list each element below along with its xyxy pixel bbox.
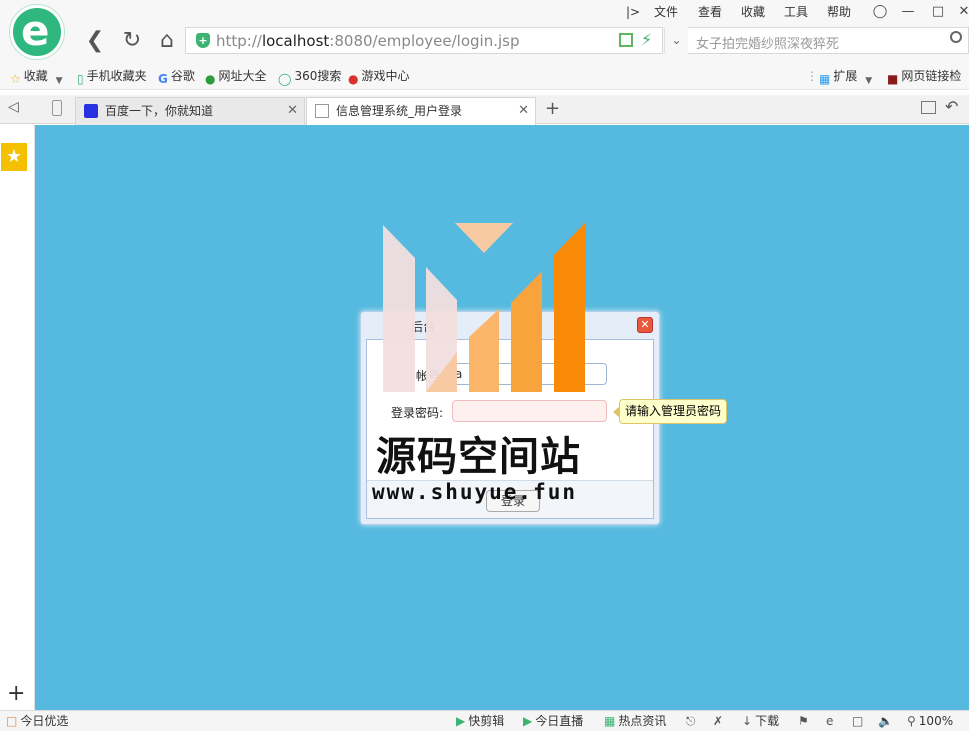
zoom-icon: ⚲ <box>907 714 916 728</box>
accelerate-icon[interactable]: ⎋ <box>686 714 696 729</box>
tab-baidu[interactable]: 百度一下，你就知道 ✕ <box>75 97 305 125</box>
back-icon[interactable]: ❮ <box>81 27 109 55</box>
undo-close-icon[interactable]: ↶ <box>945 97 958 116</box>
logo-e-icon: e <box>21 6 50 55</box>
search-icon[interactable] <box>950 31 962 43</box>
tab-label: 信息管理系统_用户登录 <box>336 104 463 118</box>
menu-file[interactable]: 文件 <box>654 3 678 21</box>
password-tooltip: 请输入管理员密码 <box>612 399 728 424</box>
extensions-button[interactable]: ▦ 扩展 ▼ <box>819 68 875 89</box>
volume-icon[interactable]: 🔈 <box>878 714 893 729</box>
extension-icon: ▦ <box>819 72 831 86</box>
gift-icon: □ <box>6 714 18 728</box>
close-window-icon[interactable]: ✕ <box>955 3 969 21</box>
download-icon: ↓ <box>742 714 753 728</box>
speed-mode-icon[interactable]: ⚡ <box>641 30 652 49</box>
browser-title-bar: e |> 文件 查看 收藏 工具 帮助 ◯ — □ ✕ ❮ ↻ ⌂ + http… <box>0 0 969 62</box>
status-label: 快剪辑 <box>468 714 505 728</box>
bookmark-label: 游戏中心 <box>361 69 410 83</box>
cleanup-icon[interactable]: ✗ <box>713 714 723 729</box>
status-label: 热点资讯 <box>618 714 667 728</box>
search-box[interactable]: 女子拍完婚纱照深夜猝死 <box>688 27 969 54</box>
link-check-icon: ■ <box>887 72 899 86</box>
browser-logo[interactable]: e <box>10 5 64 59</box>
hao-icon: ● <box>205 72 216 86</box>
link-check-label: 网页链接检 <box>901 69 962 83</box>
reload-icon[interactable]: ↻ <box>118 27 146 55</box>
search-placeholder: 女子拍完婚纱照深夜猝死 <box>696 37 840 52</box>
close-tab-icon[interactable]: ✕ <box>287 98 298 124</box>
video-edit-icon: ▶ <box>456 714 466 728</box>
status-label: 下载 <box>755 714 780 728</box>
screenshot-icon[interactable]: □ <box>852 714 863 729</box>
page-icon <box>315 104 329 118</box>
status-today-picks[interactable]: □ 今日优选 <box>6 714 68 729</box>
zoom-level: 100% <box>918 714 954 728</box>
mobile-view-icon[interactable] <box>52 100 62 116</box>
maximize-icon[interactable]: □ <box>929 3 947 21</box>
chevron-down-icon: ▼ <box>55 76 63 86</box>
chevron-down-icon: ▼ <box>865 76 873 86</box>
menu-help[interactable]: 帮助 <box>827 3 851 21</box>
ie-icon[interactable]: e <box>826 714 833 729</box>
qr-code-icon[interactable] <box>619 33 633 47</box>
status-label: 今日优选 <box>20 714 69 728</box>
bookmarks-divider: ⋮ <box>806 69 818 83</box>
status-label: 今日直播 <box>535 714 584 728</box>
skin-icon[interactable]: ◯ <box>871 3 889 21</box>
bookmark-label: 360搜索 <box>294 69 342 83</box>
tab-bar: ◁ 百度一下，你就知道 ✕ 信息管理系统_用户登录 ✕ + ↶ <box>0 95 969 126</box>
status-live[interactable]: ▶ 今日直播 <box>523 714 583 729</box>
status-quick-edit[interactable]: ▶ 快剪辑 <box>456 714 504 729</box>
new-tab-icon[interactable]: + <box>545 98 560 119</box>
star-icon: ☆ <box>10 72 21 86</box>
favorites-star-icon[interactable]: ★ <box>1 143 27 171</box>
dialog-close-icon[interactable]: ✕ <box>637 317 653 333</box>
baidu-paw-icon <box>84 104 98 118</box>
status-download[interactable]: ↓ 下载 <box>742 714 779 729</box>
address-url: http://localhost:8080/employee/login.jsp <box>216 32 520 50</box>
sidebar-add-icon[interactable]: + <box>7 681 25 706</box>
link-check-button[interactable]: ■ 网页链接检 <box>887 68 961 87</box>
watermark-text-en: www.shuyue.fun <box>372 480 578 504</box>
chevron-down-icon[interactable]: ⌄ <box>664 28 688 53</box>
bookmark-label: 收藏 <box>23 69 48 83</box>
tab-login[interactable]: 信息管理系统_用户登录 ✕ <box>306 97 536 126</box>
sidebar-toggle-icon[interactable]: ◁ <box>8 99 19 115</box>
menu-tools[interactable]: 工具 <box>784 3 808 21</box>
close-tab-icon[interactable]: ✕ <box>518 98 529 124</box>
phone-icon: ▯ <box>77 72 84 86</box>
bookmark-games[interactable]: ● 游戏中心 <box>348 68 410 87</box>
bookmark-mobile[interactable]: ▯ 手机收藏夹 <box>77 68 147 87</box>
google-icon: G <box>158 72 168 86</box>
bookmark-label: 手机收藏夹 <box>86 69 147 83</box>
flag-icon[interactable]: ⚑ <box>798 714 809 729</box>
watermark-text-cn: 源码空间站 <box>376 434 581 480</box>
bookmark-google[interactable]: G 谷歌 <box>158 68 195 87</box>
extensions-label: 扩展 <box>833 69 858 83</box>
game-icon: ● <box>348 72 359 86</box>
so-icon: ◯ <box>278 72 292 86</box>
status-hot-news[interactable]: ▦ 热点资讯 <box>604 714 666 729</box>
tab-label: 百度一下，你就知道 <box>105 104 214 118</box>
bookmark-label: 网址大全 <box>218 69 267 83</box>
left-sidebar: ★ + <box>0 125 35 710</box>
secure-shield-icon: + <box>196 33 210 48</box>
address-bar[interactable]: + http://localhost:8080/employee/login.j… <box>185 27 682 54</box>
menu-favorites[interactable]: 收藏 <box>741 3 765 21</box>
zoom-control[interactable]: ⚲ 100% <box>907 714 953 729</box>
bookmark-favorites[interactable]: ☆ 收藏 ▼ <box>10 68 66 89</box>
menu-view[interactable]: 查看 <box>698 3 722 21</box>
bookmarks-bar: ☆ 收藏 ▼ ▯ 手机收藏夹 G 谷歌 ● 网址大全 ◯ 360搜索 ● 游戏中心 ⋮ ▦ 扩… <box>0 62 969 90</box>
menu-toggle-icon[interactable]: |> <box>626 3 640 21</box>
bookmark-360search[interactable]: ◯ 360搜索 <box>278 68 341 87</box>
restore-tabs-icon[interactable] <box>921 101 936 114</box>
home-icon[interactable]: ⌂ <box>153 27 181 55</box>
minimize-icon[interactable]: — <box>899 3 917 21</box>
status-bar: □ 今日优选 ▶ 快剪辑 ▶ 今日直播 ▦ 热点资讯 ⎋ ✗ ↓ 下载 ⚑ e □ 🔈 ⚲… <box>0 710 969 731</box>
live-icon: ▶ <box>523 714 533 728</box>
bookmark-label: 谷歌 <box>170 69 195 83</box>
bookmark-hao360[interactable]: ● 网址大全 <box>205 68 267 87</box>
news-icon: ▦ <box>604 714 616 728</box>
